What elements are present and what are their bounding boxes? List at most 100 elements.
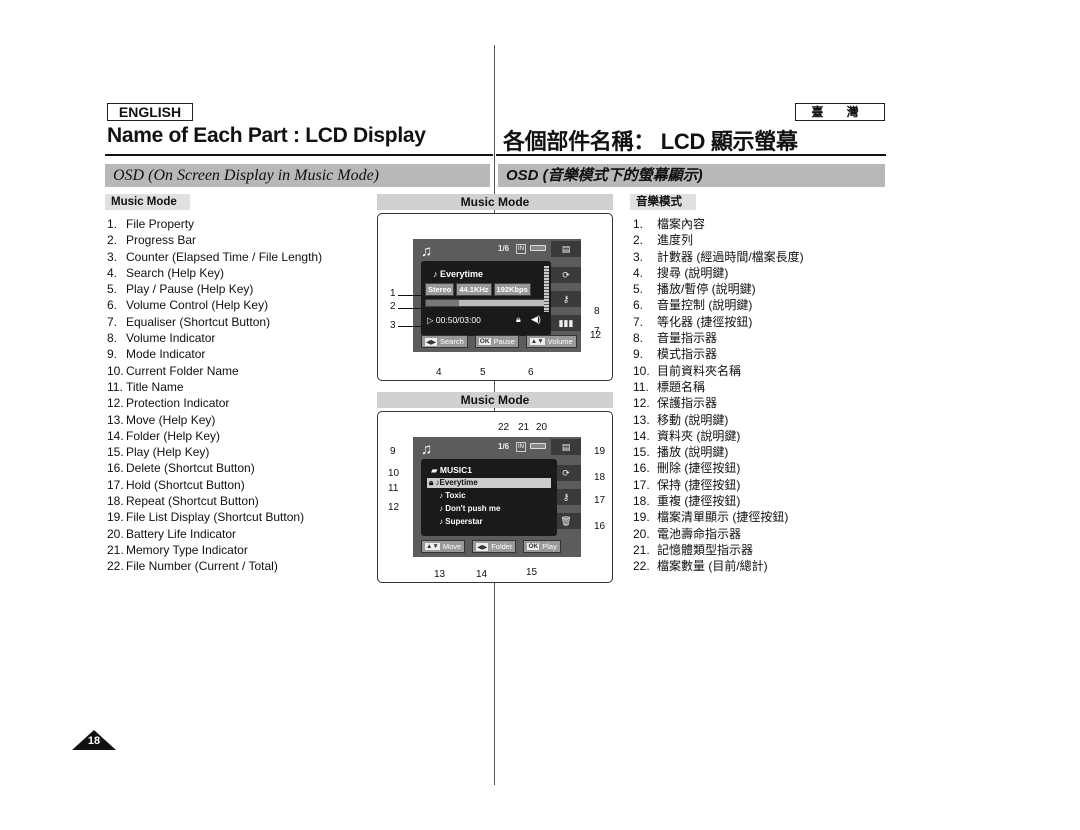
list-item: 2. 進度列 xyxy=(633,232,804,248)
list-item: 9. 模式指示器 xyxy=(633,346,804,362)
prop-samplerate: 44.1KHz xyxy=(456,283,492,296)
file-title: Everytime xyxy=(439,478,478,487)
list-item-number: 9. xyxy=(633,347,644,362)
hold-icon[interactable]: ⚷ xyxy=(551,291,581,307)
list-item-text: Repeat (Shortcut Button) xyxy=(126,494,259,509)
prop-bitrate: 192Kbps xyxy=(493,283,531,296)
list-item-number: 13. xyxy=(107,412,124,427)
list-item-text: 模式指示器 xyxy=(657,347,718,362)
equaliser-icon[interactable]: ▮▮▮ xyxy=(551,315,581,331)
page-title-english: Name of Each Part : LCD Display xyxy=(107,124,426,147)
list-item-number: 3. xyxy=(633,249,644,264)
folder-help-key[interactable]: ◀▶ Folder xyxy=(472,540,517,553)
list-item-text: Current Folder Name xyxy=(126,363,239,378)
list-item: 5. Play / Pause (Help Key) xyxy=(107,281,322,297)
list-item-text: Protection Indicator xyxy=(126,396,230,411)
search-glyph: ◀▶ xyxy=(425,337,437,346)
playback-panel: ♪ Everytime Stereo 44.1KHz 192Kbps ▷ 00:… xyxy=(421,261,551,336)
counter-text: 00:50/03:00 xyxy=(435,315,481,325)
list-item: 22. File Number (Current / Total) xyxy=(107,558,322,574)
callout-9: 9 xyxy=(390,446,396,457)
file-item[interactable]: ♪ Superstar xyxy=(439,517,483,526)
list-item-number: 6. xyxy=(633,298,644,313)
file-item[interactable]: ♪ Toxic xyxy=(439,491,466,500)
list-item-number: 16. xyxy=(633,461,650,476)
list-item-text: 進度列 xyxy=(657,233,694,248)
list-item-number: 8. xyxy=(633,331,644,346)
list-item-text: Volume Control (Help Key) xyxy=(126,298,269,313)
list-label-english: Music Mode xyxy=(105,194,190,210)
list-icon[interactable]: ▤ xyxy=(551,241,581,257)
list-item-number: 20. xyxy=(107,526,124,541)
section-heading-chinese: OSD (音樂模式下的螢幕顯示) xyxy=(498,164,885,187)
list-item-text: 電池壽命指示器 xyxy=(657,526,742,541)
callout-16: 16 xyxy=(594,521,606,532)
page-number: 18 xyxy=(87,735,101,747)
repeat-icon[interactable]: ⟳ xyxy=(551,267,581,283)
list-item: 6. Volume Control (Help Key) xyxy=(107,297,322,313)
screen2-lcd: ♫ 1/6 IN ▤ ⟳ ⚷ 🗑︎ ▰ MUSIC1 🔒︎ ♪Everytime… xyxy=(413,437,581,557)
list-item-number: 2. xyxy=(633,233,644,248)
list-item-text: Delete (Shortcut Button) xyxy=(126,461,255,476)
play-help-key[interactable]: OK Play xyxy=(523,540,561,553)
list-item-number: 5. xyxy=(107,282,118,297)
parts-list-english: 1. File Property 2. Progress Bar 3. Counter (… xyxy=(107,216,322,575)
volume-glyph: ▲▼ xyxy=(529,338,545,345)
callout-12: 12 xyxy=(590,330,602,341)
title-rule-english xyxy=(105,154,493,156)
list-item: 14. 資料夾 (說明鍵) xyxy=(633,428,804,444)
list-item-number: 17. xyxy=(107,477,124,492)
list-item-text: Equaliser (Shortcut Button) xyxy=(126,314,271,329)
page-title-chinese: 各個部件名稱： LCD 顯示螢幕 xyxy=(503,129,798,154)
list-item: 4. 搜尋 (說明鍵) xyxy=(633,265,804,281)
list-item-number: 10. xyxy=(633,363,650,378)
list-item-text: 播放/暫停 (說明鍵) xyxy=(657,282,756,297)
file-title: Don't push me xyxy=(445,504,501,513)
list-item-text: Progress Bar xyxy=(126,233,197,248)
list-item-number: 12. xyxy=(633,396,650,411)
file-item-selected[interactable]: 🔒︎ ♪Everytime xyxy=(427,478,551,488)
list-item-number: 19. xyxy=(107,510,124,525)
list-item-number: 15. xyxy=(107,445,124,460)
screen1-lcd: ♫ 1/6 IN ▤ ⟳ ⚷ ▮▮▮ ♪ Everytime Stereo 44… xyxy=(413,239,581,352)
song-title-text: Everytime xyxy=(440,269,484,279)
list-item: 7. Equaliser (Shortcut Button) xyxy=(107,314,322,330)
list-item-number: 11. xyxy=(633,379,649,394)
list-item: 20. Battery Life Indicator xyxy=(107,526,322,542)
search-label: Search xyxy=(440,337,464,346)
list-item: 3. 計數器 (經過時間/檔案長度) xyxy=(633,249,804,265)
callout-line-2 xyxy=(398,308,422,309)
search-help-key[interactable]: ◀▶ Search xyxy=(421,335,468,348)
progress-bar[interactable] xyxy=(425,299,545,307)
file-list-panel: ▰ MUSIC1 🔒︎ ♪Everytime ♪ Toxic ♪ Don't p… xyxy=(421,459,557,536)
list-item-number: 22. xyxy=(107,559,124,574)
callout-line-1 xyxy=(398,295,422,296)
pause-help-key[interactable]: OK Pause xyxy=(474,335,519,348)
callout-3: 3 xyxy=(390,320,396,331)
list-item-text: 重複 (捷徑按鈕) xyxy=(657,494,741,509)
file-title: Toxic xyxy=(445,491,466,500)
list-item: 7. 等化器 (捷徑按鈕) xyxy=(633,314,804,330)
list-item-text: 記憶體類型指示器 xyxy=(657,542,754,557)
progress-fill xyxy=(426,300,460,306)
language-label-taiwan: 臺 灣 xyxy=(795,103,885,121)
list-item-text: Search (Help Key) xyxy=(126,265,225,280)
move-help-key[interactable]: ▲▼ Move xyxy=(421,540,466,553)
folder-name: ▰ MUSIC1 xyxy=(431,465,473,475)
list-icon[interactable]: ▤ xyxy=(551,439,581,455)
ok-glyph: OK xyxy=(478,338,491,345)
list-item-number: 16. xyxy=(107,461,124,476)
list-item: 6. 音量控制 (說明鍵) xyxy=(633,297,804,313)
callout-8: 8 xyxy=(594,306,600,317)
list-item: 14. Folder (Help Key) xyxy=(107,428,322,444)
move-glyph: ▲▼ xyxy=(425,543,440,550)
file-properties: Stereo 44.1KHz 192Kbps xyxy=(425,283,531,296)
file-item[interactable]: ♪ Don't push me xyxy=(439,504,500,513)
file-title: Superstar xyxy=(445,517,483,526)
screen2-title: Music Mode xyxy=(377,392,613,408)
list-item-text: File Property xyxy=(126,217,195,231)
list-item-text: Mode Indicator xyxy=(126,347,206,362)
list-item-number: 3. xyxy=(107,249,118,264)
list-item-number: 18. xyxy=(107,494,124,509)
volume-help-key[interactable]: ▲▼ Volume xyxy=(525,335,577,348)
